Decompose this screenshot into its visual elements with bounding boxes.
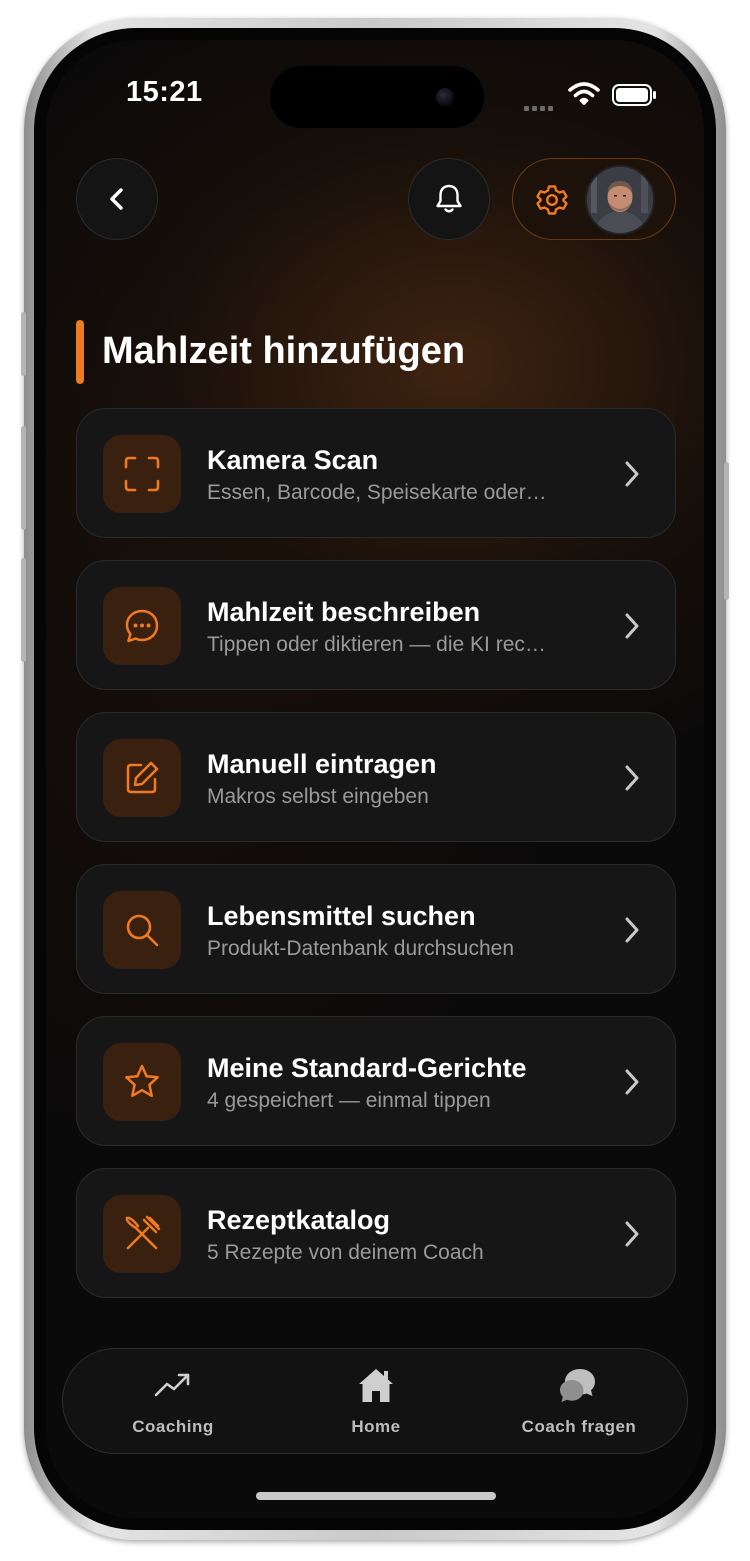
cellular-signal-icon [524, 98, 556, 116]
tab-bar: Coaching Home Coach fragen [62, 1348, 688, 1454]
volume-up-button [21, 426, 26, 530]
option-standard-meals[interactable]: Meine Standard-Gerichte 4 gespeichert — … [76, 1016, 676, 1146]
option-recipe-catalog[interactable]: Rezeptkatalog 5 Rezepte von deinem Coach [76, 1168, 676, 1298]
search-icon [126, 914, 159, 947]
chevron-right-icon [625, 461, 639, 487]
avatar-photo [587, 167, 653, 233]
dynamic-island [270, 66, 484, 128]
option-title: Mahlzeit beschreiben [207, 597, 481, 627]
tab-label: Home [351, 1417, 401, 1436]
option-icon-tile [103, 1195, 181, 1273]
profile-settings-button[interactable] [512, 158, 676, 240]
star-icon [125, 1064, 159, 1098]
home-indicator [256, 1492, 496, 1500]
option-manual-entry[interactable]: Manuell eintragen Makros selbst eingeben [76, 712, 676, 842]
screen: 15:21 Mahlzeit hinzufügen Kamera Scan Es… [46, 40, 704, 1518]
chevron-right-icon [625, 613, 639, 639]
action-button [21, 312, 26, 376]
fork-knife-icon [125, 1215, 161, 1250]
chevron-right-icon [625, 917, 639, 943]
option-title: Lebensmittel suchen [207, 901, 476, 931]
tab-ask-coach[interactable]: Coach fragen [479, 1349, 679, 1455]
option-icon-tile [103, 891, 181, 969]
wifi-icon [568, 82, 600, 105]
option-subtitle: Produkt-Datenbank durchsuchen [207, 937, 515, 960]
option-describe-meal[interactable]: Mahlzeit beschreiben Tippen oder diktier… [76, 560, 676, 690]
chevron-right-icon [625, 1221, 639, 1247]
chevron-left-icon [110, 188, 123, 210]
title-accent-bar [76, 320, 84, 384]
tab-coaching[interactable]: Coaching [73, 1349, 273, 1455]
tab-label: Coaching [132, 1417, 214, 1436]
trend-up-icon [154, 1373, 190, 1397]
option-title: Kamera Scan [207, 445, 379, 475]
option-icon-tile [103, 587, 181, 665]
option-title: Manuell eintragen [207, 749, 437, 779]
home-icon [359, 1369, 393, 1402]
option-subtitle: Tippen oder diktieren — die KI rec… [207, 633, 546, 656]
option-subtitle: 5 Rezepte von deinem Coach [207, 1241, 484, 1264]
power-button [724, 462, 729, 600]
option-subtitle: Makros selbst eingeben [207, 785, 429, 808]
gear-icon [536, 185, 568, 215]
option-icon-tile [103, 1043, 181, 1121]
avatar[interactable] [585, 165, 655, 235]
battery-icon [612, 84, 656, 106]
option-title: Rezeptkatalog [207, 1205, 391, 1235]
status-time: 15:21 [126, 76, 203, 108]
chevron-right-icon [625, 765, 639, 791]
option-subtitle: 4 gespeichert — einmal tippen [207, 1089, 491, 1112]
scan-frame-icon [124, 456, 160, 492]
option-title: Meine Standard-Gerichte [207, 1053, 527, 1083]
bell-icon [436, 184, 462, 213]
volume-down-button [21, 558, 26, 662]
option-icon-tile [103, 435, 181, 513]
option-food-search[interactable]: Lebensmittel suchen Produkt-Datenbank du… [76, 864, 676, 994]
page-title: Mahlzeit hinzufügen [102, 330, 466, 372]
option-icon-tile [103, 739, 181, 817]
tab-home[interactable]: Home [276, 1349, 476, 1455]
chat-bubble-icon [125, 609, 159, 643]
tab-label: Coach fragen [521, 1417, 637, 1436]
chevron-right-icon [625, 1069, 639, 1095]
front-camera [436, 88, 454, 106]
option-camera-scan[interactable]: Kamera Scan Essen, Barcode, Speisekarte … [76, 408, 676, 538]
back-button[interactable] [76, 158, 158, 240]
edit-icon [126, 761, 159, 794]
notifications-button[interactable] [408, 158, 490, 240]
option-subtitle: Essen, Barcode, Speisekarte oder… [207, 481, 547, 504]
chat-bubbles-icon [560, 1369, 595, 1402]
status-bar: 15:21 [46, 40, 704, 150]
